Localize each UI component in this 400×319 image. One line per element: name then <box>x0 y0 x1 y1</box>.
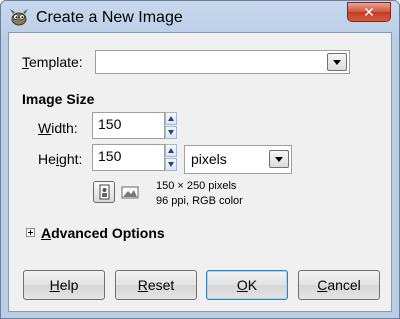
dialog-window: Create a New Image ✕ Template: Image Siz… <box>0 0 400 319</box>
title-bar[interactable]: Create a New Image ✕ <box>1 1 399 34</box>
cancel-button[interactable]: Cancel <box>298 270 380 300</box>
help-button[interactable]: Help <box>23 270 105 300</box>
gimp-icon <box>9 8 29 26</box>
reset-button[interactable]: Reset <box>115 270 197 300</box>
expand-plus-icon[interactable] <box>26 228 35 237</box>
height-label: Height: <box>38 151 83 167</box>
height-input[interactable]: 150 <box>92 144 165 171</box>
spin-down-icon[interactable] <box>165 126 177 139</box>
width-spinner[interactable] <box>165 112 177 139</box>
image-resolution-info: 96 ppi, RGB color <box>156 195 243 207</box>
spin-up-icon[interactable] <box>165 144 177 157</box>
spin-up-icon[interactable] <box>165 112 177 125</box>
template-label: Template: <box>22 54 83 70</box>
close-icon: ✕ <box>363 4 375 20</box>
height-spinner[interactable] <box>165 144 177 171</box>
template-dropdown[interactable] <box>95 50 350 74</box>
chevron-down-icon[interactable] <box>327 53 347 71</box>
landscape-icon <box>121 186 139 199</box>
image-size-title: Image Size <box>22 91 95 107</box>
close-button[interactable]: ✕ <box>347 2 391 22</box>
width-input[interactable]: 150 <box>92 112 165 139</box>
chevron-down-icon[interactable] <box>269 150 289 168</box>
unit-dropdown[interactable]: pixels <box>184 145 292 174</box>
width-label: Width: <box>38 120 78 136</box>
portrait-button[interactable] <box>93 181 115 203</box>
unit-value: pixels <box>191 151 227 167</box>
ok-button[interactable]: OK <box>206 270 288 300</box>
window-title: Create a New Image <box>36 9 183 26</box>
spin-down-icon[interactable] <box>165 158 177 171</box>
landscape-button[interactable] <box>119 181 141 203</box>
image-dimensions-info: 150 × 250 pixels <box>156 180 237 192</box>
portrait-icon <box>99 184 110 200</box>
advanced-options-expander[interactable]: Advanced Options <box>41 225 165 241</box>
dialog-content: Template: Image Size Width: 150 Height: … <box>8 32 392 312</box>
